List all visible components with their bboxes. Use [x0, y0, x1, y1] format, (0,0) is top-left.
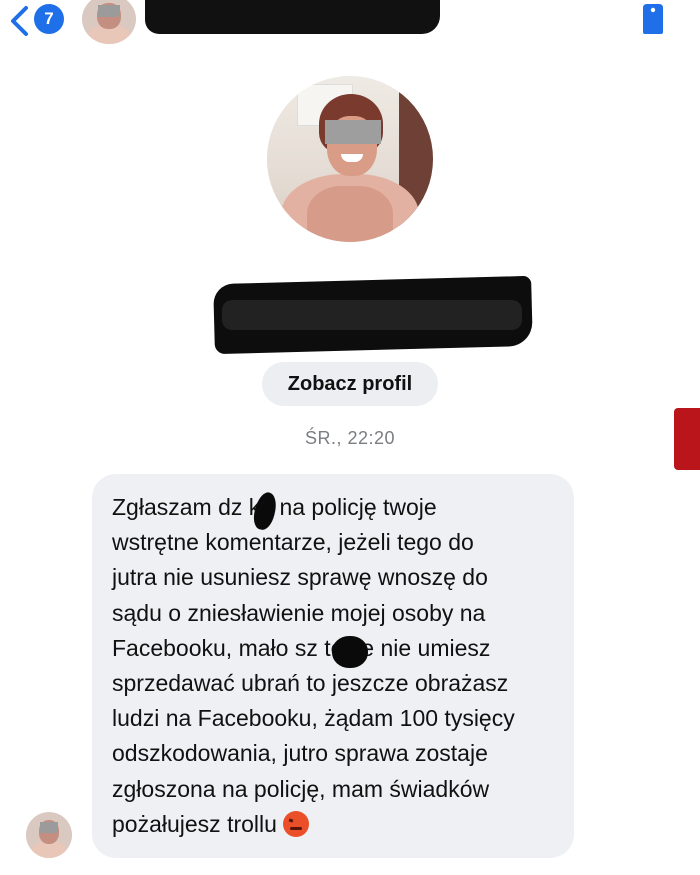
top-bar: 7: [0, 0, 700, 50]
message-timestamp: ŚR., 22:20: [304, 428, 396, 448]
redacted-contact-name: [145, 0, 440, 34]
view-profile-button[interactable]: Zobacz profil: [262, 362, 438, 406]
redacted-profile-name-overlay: [222, 300, 522, 330]
unread-count-badge[interactable]: 7: [34, 4, 64, 34]
message-bubble[interactable]: Zgłaszam dz ko na policję twoje wstrętne…: [92, 474, 574, 858]
info-icon[interactable]: [637, 2, 669, 36]
angry-face-icon: [282, 810, 309, 837]
message-body: Zgłaszam dz ko na policję twoje wstrętne…: [112, 494, 515, 837]
sender-avatar[interactable]: [26, 812, 72, 858]
profile-photo[interactable]: [267, 76, 433, 242]
redaction-mark: [332, 636, 368, 668]
watermark-logo: [674, 408, 700, 470]
contact-avatar[interactable]: [82, 0, 136, 44]
back-chevron-icon[interactable]: [6, 4, 32, 38]
message-text: Zgłaszam dz ko na policję twoje wstrętne…: [112, 490, 562, 842]
